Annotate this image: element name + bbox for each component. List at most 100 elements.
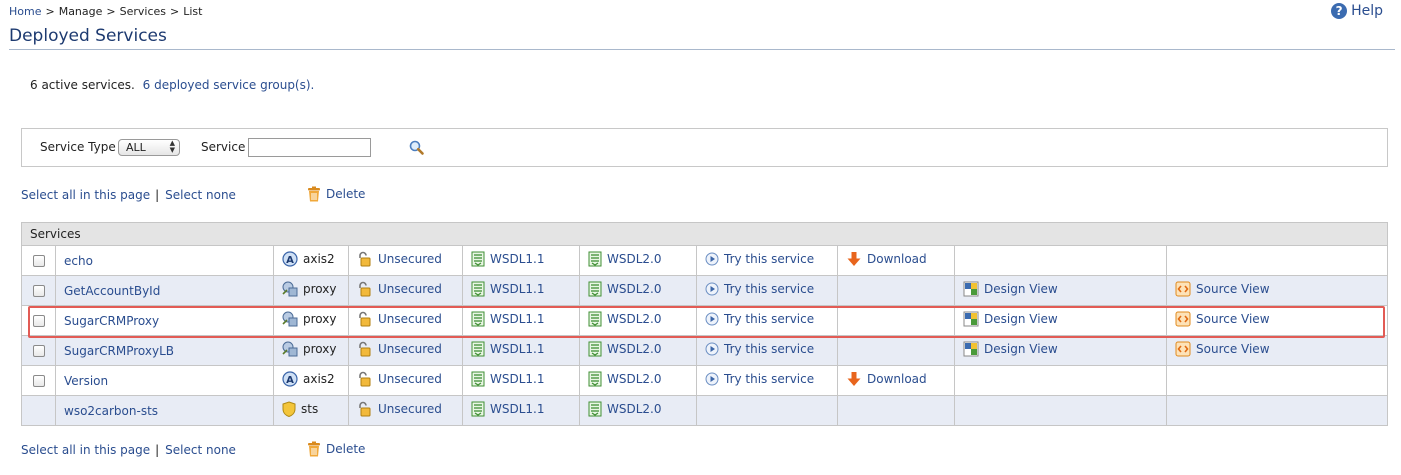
try-service-link[interactable]: Try this service xyxy=(705,282,814,296)
service-type-select[interactable]: ALL ▲ ▼ xyxy=(118,139,180,156)
design-view-link[interactable]: Design View xyxy=(963,281,1058,297)
wsdl20-link[interactable]: WSDL2.0 xyxy=(588,311,662,327)
row-checkbox-cell xyxy=(21,275,56,306)
design-view-link[interactable]: Design View xyxy=(963,341,1058,357)
wsdl11-link[interactable]: WSDL1.1 xyxy=(471,371,545,387)
axis2-service-icon: A xyxy=(282,251,303,267)
breadcrumb-services: Services xyxy=(119,5,167,18)
wsdl20-cell: WSDL2.0 xyxy=(579,305,697,336)
table-row: Version Aaxis2 Unsecured WSDL1.1 WSDL2.0 Try … xyxy=(21,365,1389,396)
wsdl20-link[interactable]: WSDL2.0 xyxy=(588,251,662,267)
service-type-cell: proxy xyxy=(273,335,349,366)
design-view-link[interactable]: Design View xyxy=(963,311,1058,327)
wsdl11-cell: WSDL1.1 xyxy=(462,305,580,336)
try-service-link[interactable]: Try this service xyxy=(705,342,814,356)
row-checkbox[interactable] xyxy=(33,255,45,267)
wsdl-document-icon xyxy=(588,251,607,267)
try-service-cell: Try this service xyxy=(696,305,838,336)
select-none-link[interactable]: Select none xyxy=(165,443,236,457)
wsdl20-label: WSDL2.0 xyxy=(607,282,662,296)
delete-button[interactable]: Delete xyxy=(307,186,365,202)
source-view-link[interactable]: Source View xyxy=(1175,281,1270,297)
service-name-link[interactable]: GetAccountById xyxy=(64,284,160,298)
security-link[interactable]: Unsecured xyxy=(357,341,442,357)
breadcrumb: Home > Manage > Services > List xyxy=(9,5,202,18)
security-link[interactable]: Unsecured xyxy=(357,281,442,297)
wsdl11-cell: WSDL1.1 xyxy=(462,335,580,366)
row-checkbox-cell xyxy=(21,245,56,276)
breadcrumb-home-link[interactable]: Home xyxy=(9,5,41,18)
wsdl-document-icon xyxy=(471,311,490,327)
try-service-link[interactable]: Try this service xyxy=(705,252,814,266)
design-view-cell xyxy=(954,245,1167,276)
proxy-service-icon xyxy=(282,341,303,357)
service-groups-link[interactable]: 6 deployed service group(s). xyxy=(143,78,315,92)
try-service-label: Try this service xyxy=(724,282,815,296)
row-checkbox[interactable] xyxy=(33,315,45,327)
service-name-link[interactable]: SugarCRMProxyLB xyxy=(64,344,174,358)
design-view-label: Design View xyxy=(984,342,1058,356)
source-view-link[interactable]: Source View xyxy=(1175,341,1270,357)
unlocked-padlock-icon xyxy=(357,401,378,417)
wsdl20-link[interactable]: WSDL2.0 xyxy=(588,371,662,387)
select-all-link[interactable]: Select all in this page xyxy=(21,188,150,202)
security-label: Unsecured xyxy=(378,402,442,416)
wsdl11-link[interactable]: WSDL1.1 xyxy=(471,251,545,267)
security-link[interactable]: Unsecured xyxy=(357,311,442,327)
download-link[interactable]: Download xyxy=(846,371,927,387)
wsdl20-cell: WSDL2.0 xyxy=(579,275,697,306)
wsdl20-link[interactable]: WSDL2.0 xyxy=(588,341,662,357)
selection-controls-bottom: Select all in this page | Select none xyxy=(21,443,236,457)
select-all-link[interactable]: Select all in this page xyxy=(21,443,150,457)
wsdl11-cell: WSDL1.1 xyxy=(462,245,580,276)
download-cell: Download xyxy=(837,365,955,396)
table-row: echo Aaxis2 Unsecured WSDL1.1 WSDL2.0 Try thi… xyxy=(21,245,1389,276)
wsdl20-cell: WSDL2.0 xyxy=(579,365,697,396)
security-cell: Unsecured xyxy=(348,395,463,426)
breadcrumb-separator: > xyxy=(106,5,116,18)
service-type-cell: Aaxis2 xyxy=(273,245,349,276)
row-checkbox[interactable] xyxy=(33,375,45,387)
wsdl11-link[interactable]: WSDL1.1 xyxy=(471,281,545,297)
delete-button[interactable]: Delete xyxy=(307,441,365,457)
service-type-label: proxy xyxy=(303,312,337,326)
wsdl-document-icon xyxy=(471,401,490,417)
row-checkbox-cell xyxy=(21,395,56,426)
wsdl20-link[interactable]: WSDL2.0 xyxy=(588,281,662,297)
play-circle-icon xyxy=(705,252,724,266)
row-checkbox[interactable] xyxy=(33,285,45,297)
help-link[interactable]: ? Help xyxy=(1331,3,1383,19)
source-view-icon xyxy=(1175,311,1196,327)
security-label: Unsecured xyxy=(378,372,442,386)
download-cell xyxy=(837,395,955,426)
wsdl20-link[interactable]: WSDL2.0 xyxy=(588,401,662,417)
try-service-link[interactable]: Try this service xyxy=(705,372,814,386)
service-name-link[interactable]: echo xyxy=(64,254,93,268)
services-summary: 6 active services. 6 deployed service gr… xyxy=(30,78,314,92)
security-link[interactable]: Unsecured xyxy=(357,401,442,417)
service-search-input[interactable] xyxy=(248,138,371,157)
row-checkbox[interactable] xyxy=(33,345,45,357)
source-view-link[interactable]: Source View xyxy=(1175,311,1270,327)
select-none-link[interactable]: Select none xyxy=(165,188,236,202)
wsdl11-link[interactable]: WSDL1.1 xyxy=(471,401,545,417)
service-type-label: axis2 xyxy=(303,252,335,266)
try-service-link[interactable]: Try this service xyxy=(705,312,814,326)
service-name-link[interactable]: SugarCRMProxy xyxy=(64,314,159,328)
service-search-label: Service xyxy=(201,140,246,154)
security-link[interactable]: Unsecured xyxy=(357,251,442,267)
wsdl11-cell: WSDL1.1 xyxy=(462,395,580,426)
service-name-link[interactable]: Version xyxy=(64,374,108,388)
play-circle-icon xyxy=(705,342,724,356)
download-link[interactable]: Download xyxy=(846,251,927,267)
design-view-label: Design View xyxy=(984,312,1058,326)
wsdl11-link[interactable]: WSDL1.1 xyxy=(471,341,545,357)
download-label: Download xyxy=(867,252,927,266)
magnifier-icon[interactable] xyxy=(408,139,426,157)
service-type-cell: sts xyxy=(273,395,349,426)
wsdl11-link[interactable]: WSDL1.1 xyxy=(471,311,545,327)
security-cell: Unsecured xyxy=(348,305,463,336)
security-link[interactable]: Unsecured xyxy=(357,371,442,387)
source-view-cell xyxy=(1165,245,1389,276)
service-name-link[interactable]: wso2carbon-sts xyxy=(64,404,158,418)
